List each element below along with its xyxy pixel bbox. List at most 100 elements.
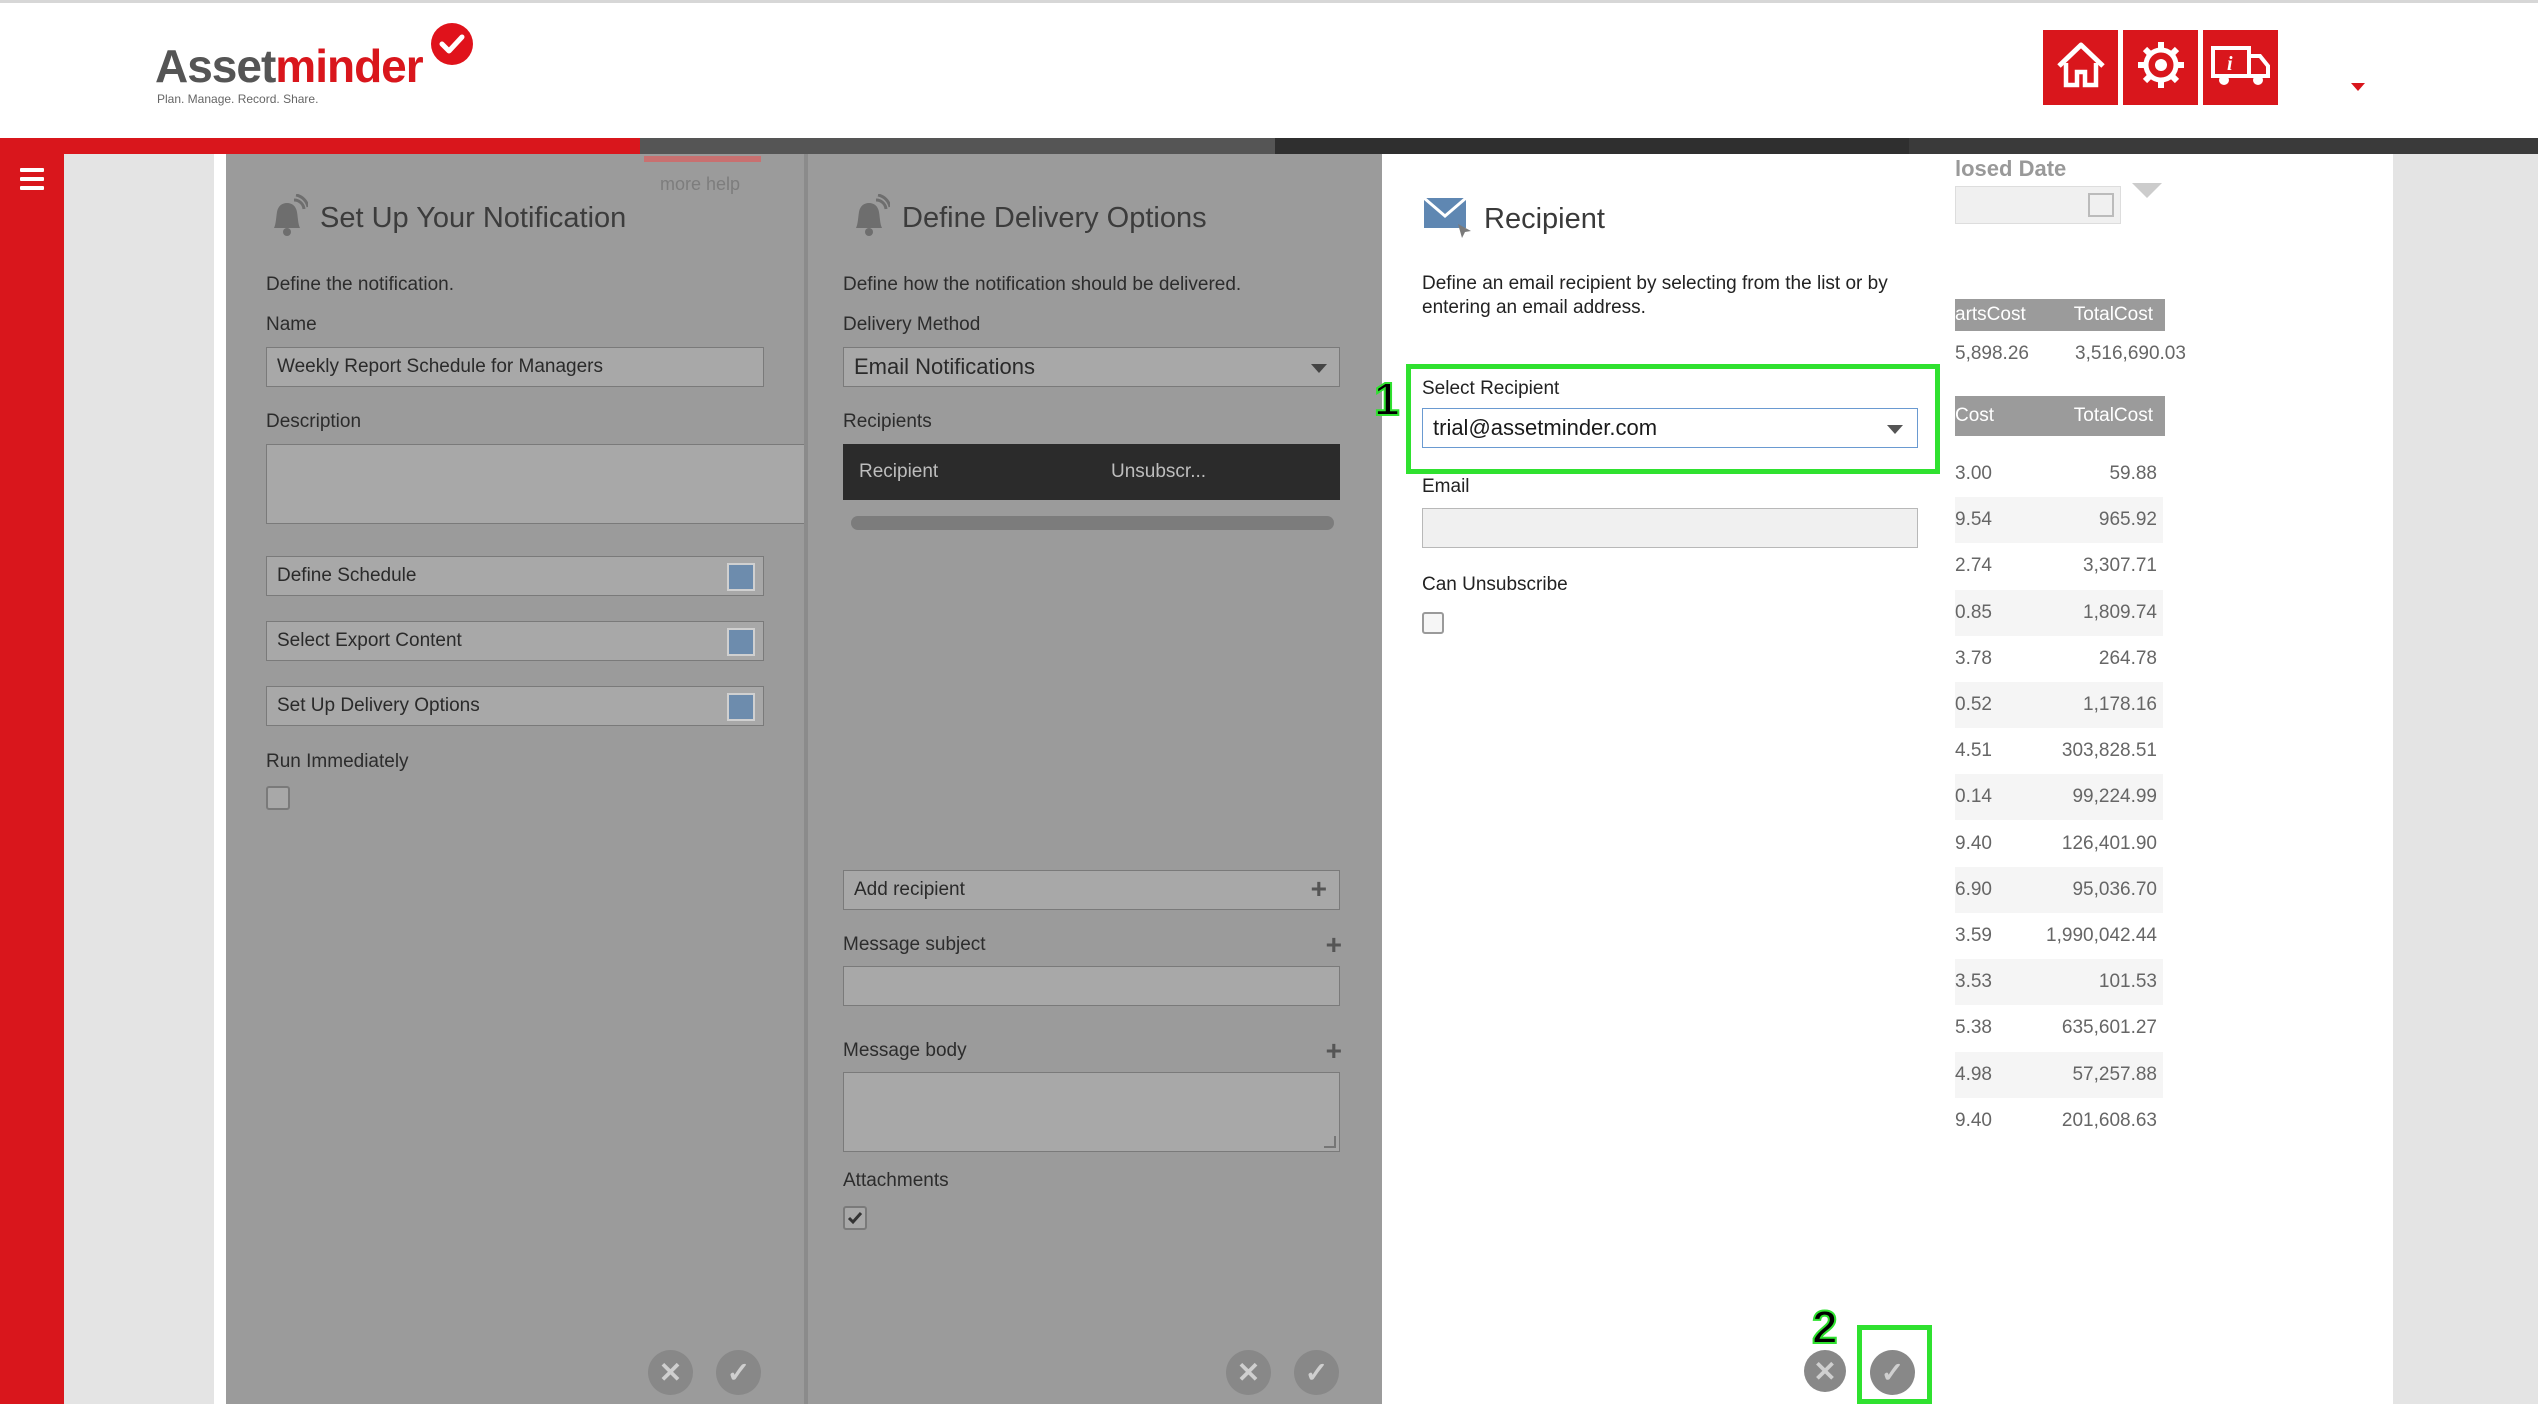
help-tab-marker xyxy=(644,156,761,162)
add-icon[interactable]: + xyxy=(1326,931,1342,959)
table-cell: 1,809.74 xyxy=(2083,602,2157,623)
filter-funnel-icon[interactable] xyxy=(2132,183,2162,198)
hamburger-menu-icon[interactable] xyxy=(20,168,44,195)
table-cell: 99,224.99 xyxy=(2072,786,2157,807)
highlight-box-step-1 xyxy=(1406,364,1940,474)
table-cell: 5,898.26 xyxy=(1955,343,2029,364)
attachments-checkbox[interactable] xyxy=(843,1206,867,1230)
edit-icon[interactable] xyxy=(727,563,755,591)
table-cell: 3.00 xyxy=(1955,463,1992,484)
table-cell: 3.53 xyxy=(1955,971,1992,992)
unsubscribe-column-header[interactable]: Unsubscr... xyxy=(1111,461,1206,483)
table-cell: 635,601.27 xyxy=(2061,1017,2157,1038)
can-unsubscribe-checkbox[interactable] xyxy=(1422,612,1444,634)
message-subject-input[interactable] xyxy=(843,966,1340,1006)
logo-check-icon xyxy=(431,23,473,65)
recipient-column-header[interactable]: Recipient xyxy=(859,461,938,483)
header: Assetminder Plan. Manage. Record. Share.… xyxy=(0,3,2538,138)
grid-scrollbar[interactable] xyxy=(851,516,1334,530)
logo-text-minder: minder xyxy=(275,40,423,92)
panel-title-text: Set Up Your Notification xyxy=(320,202,627,234)
background-left xyxy=(64,154,214,1404)
email-label: Email xyxy=(1422,476,1470,497)
add-recipient-field[interactable]: Add recipient + xyxy=(843,870,1340,910)
svg-text:i: i xyxy=(2227,53,2233,75)
table-cell: 3.59 xyxy=(1955,925,1992,946)
step-2-label: 2 xyxy=(1811,1300,1839,1354)
description-textarea[interactable] xyxy=(266,444,844,524)
wizard-progress-step1 xyxy=(0,138,640,154)
table-cell: 0.14 xyxy=(1955,786,1992,807)
run-immediately-label: Run Immediately xyxy=(266,751,409,772)
home-button[interactable] xyxy=(2043,30,2118,105)
select-export-content-field[interactable]: Select Export Content xyxy=(266,621,764,661)
delivery-method-select[interactable]: Email Notifications xyxy=(843,347,1340,387)
setup-notification-panel: more help Set Up Your Notification Defin… xyxy=(226,154,844,1404)
vehicle-info-button[interactable]: i xyxy=(2203,30,2278,105)
edit-icon[interactable] xyxy=(727,693,755,721)
delivery-method-value: Email Notifications xyxy=(854,354,1035,379)
wizard-progress-step3 xyxy=(1275,138,1909,154)
close-icon: ✕ xyxy=(1813,1355,1837,1387)
step-1-label: 1 xyxy=(1373,372,1401,426)
cancel-button[interactable]: ✕ xyxy=(1226,1350,1271,1395)
panel-title: Define Delivery Options xyxy=(848,193,1207,243)
run-immediately-checkbox[interactable] xyxy=(266,786,290,810)
table-cell: 201,608.63 xyxy=(2061,1110,2157,1131)
name-label: Name xyxy=(266,314,317,335)
delivery-options-panel: Define Delivery Options Define how the n… xyxy=(808,154,1382,1404)
close-icon: ✕ xyxy=(658,1357,683,1388)
panel-intro-text: Define how the notification should be de… xyxy=(843,274,1242,295)
recipients-grid-header: Recipient Unsubscr... xyxy=(843,444,1340,500)
add-icon[interactable]: + xyxy=(1326,1037,1342,1065)
column-header-partscost: artsCost xyxy=(1955,304,2026,325)
calendar-icon[interactable] xyxy=(2088,193,2114,217)
table-cell: 9.40 xyxy=(1955,833,1992,854)
add-recipient-label: Add recipient xyxy=(854,879,965,900)
define-schedule-label: Define Schedule xyxy=(277,565,417,586)
table-cell: 0.85 xyxy=(1955,602,1992,623)
table-cell: 264.78 xyxy=(2098,648,2157,669)
app-page: Assetminder Plan. Manage. Record. Share.… xyxy=(0,0,2538,1404)
set-up-delivery-options-field[interactable]: Set Up Delivery Options xyxy=(266,686,764,726)
table-cell: 101.53 xyxy=(2098,971,2157,992)
check-icon: ✓ xyxy=(1304,1357,1329,1388)
table-cell: 2.74 xyxy=(1955,555,1992,576)
table-cell: 4.98 xyxy=(1955,1064,1992,1085)
select-export-content-label: Select Export Content xyxy=(277,630,462,651)
settings-gear-icon xyxy=(2136,40,2186,95)
check-icon: ✓ xyxy=(726,1357,751,1388)
background-right xyxy=(2393,154,2538,1404)
table-cell: 303,828.51 xyxy=(2061,740,2157,761)
email-input[interactable] xyxy=(1422,508,1918,548)
message-subject-label: Message subject xyxy=(843,934,986,955)
user-menu-caret-icon[interactable] xyxy=(2351,83,2365,91)
logo-tagline: Plan. Manage. Record. Share. xyxy=(157,92,319,106)
define-schedule-field[interactable]: Define Schedule xyxy=(266,556,764,596)
settings-button[interactable] xyxy=(2123,30,2198,105)
table-cell: 4.51 xyxy=(1955,740,1992,761)
resize-grip-icon[interactable] xyxy=(1324,1136,1336,1148)
wizard-progress-step2 xyxy=(640,138,1275,154)
cancel-button[interactable]: ✕ xyxy=(648,1350,693,1395)
add-icon[interactable]: + xyxy=(1311,875,1327,903)
assetminder-logo[interactable]: Assetminder Plan. Manage. Record. Share. xyxy=(155,23,473,106)
panel-title: Set Up Your Notification xyxy=(266,193,627,243)
wizard-progress-step4 xyxy=(1909,138,2538,154)
table-cell: 6.90 xyxy=(1955,879,1992,900)
edit-icon[interactable] xyxy=(727,628,755,656)
message-body-textarea[interactable] xyxy=(843,1072,1340,1152)
column-header-totalcost: TotalCost xyxy=(2073,304,2153,325)
confirm-button[interactable]: ✓ xyxy=(716,1350,761,1395)
table-cell: 965.92 xyxy=(2098,509,2157,530)
truck-info-icon: i xyxy=(2210,40,2272,95)
panel-title-text: Define Delivery Options xyxy=(902,202,1207,234)
more-help-link[interactable]: more help xyxy=(660,174,740,195)
cancel-button[interactable]: ✕ xyxy=(1804,1350,1846,1392)
table-header-row-1: artsCost TotalCost xyxy=(1955,299,2165,331)
delivery-method-label: Delivery Method xyxy=(843,314,981,335)
name-input[interactable]: Weekly Report Schedule for Managers xyxy=(266,347,764,387)
confirm-button[interactable]: ✓ xyxy=(1294,1350,1339,1395)
home-icon xyxy=(2055,40,2107,95)
panel-title: Recipient xyxy=(1422,194,1605,245)
